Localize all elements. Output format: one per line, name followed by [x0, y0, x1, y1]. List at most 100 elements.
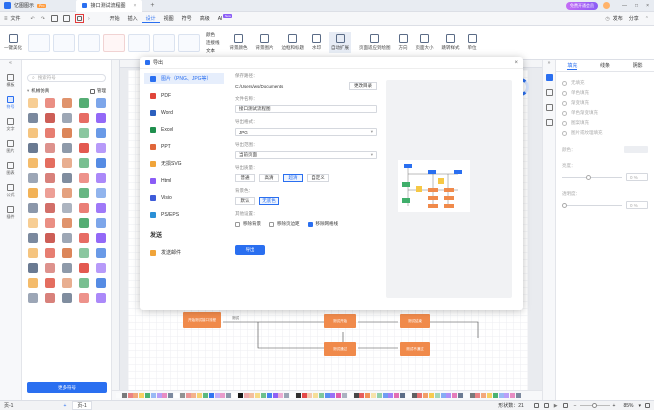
theme-2[interactable]: [53, 33, 75, 52]
symbol-item[interactable]: [28, 218, 38, 228]
zoom-slider[interactable]: [579, 403, 610, 408]
publish-button[interactable]: 发布: [613, 15, 623, 22]
symbol-item[interactable]: [62, 263, 72, 273]
color-swatch[interactable]: [301, 393, 307, 398]
zoom-in-icon[interactable]: +: [613, 403, 616, 409]
symbol-item[interactable]: [79, 278, 89, 288]
flow-node-start[interactable]: 开始测试接口流程: [183, 312, 221, 328]
symbol-item[interactable]: [96, 218, 106, 228]
bg-color-button[interactable]: 背景颜色: [230, 34, 248, 51]
color-swatch[interactable]: [330, 393, 336, 398]
theme-6[interactable]: [153, 33, 175, 52]
color-swatch[interactable]: [185, 393, 191, 398]
watermark-button[interactable]: 水印: [312, 34, 321, 51]
quality-ultra[interactable]: 超清: [283, 174, 303, 182]
symbol-item[interactable]: [96, 173, 106, 183]
color-swatch[interactable]: [405, 393, 411, 398]
format-visio[interactable]: Visio: [144, 192, 224, 203]
symbol-item[interactable]: [45, 203, 55, 213]
range-select[interactable]: 当前页面 ▾: [235, 151, 377, 159]
symbol-item[interactable]: [96, 98, 106, 108]
border-title-button[interactable]: 边框和标题: [282, 34, 304, 51]
share-button[interactable]: 分享: [629, 15, 639, 22]
doc-tab[interactable]: 接口测试流程图 ×: [76, 0, 143, 12]
symbol-item[interactable]: [79, 263, 89, 273]
color-swatch[interactable]: [417, 393, 423, 398]
color-swatch[interactable]: [342, 393, 348, 398]
nav-templates[interactable]: 模板: [0, 70, 21, 92]
collapse-right-icon[interactable]: »: [543, 60, 555, 70]
color-swatch[interactable]: [336, 393, 342, 398]
fill-option-pattern[interactable]: 图案填充: [556, 118, 654, 128]
color-swatch[interactable]: [179, 393, 185, 398]
symbol-item[interactable]: [28, 248, 38, 258]
color-swatch[interactable]: [255, 393, 261, 398]
page-tab[interactable]: 页-1: [72, 401, 92, 410]
color-swatch[interactable]: [394, 393, 400, 398]
color-swatch[interactable]: [324, 393, 330, 398]
symbol-item[interactable]: [62, 98, 72, 108]
symbol-item[interactable]: [79, 188, 89, 198]
format-excel[interactable]: Excel: [144, 124, 224, 135]
close-icon[interactable]: ×: [646, 3, 649, 9]
symbol-item[interactable]: [28, 233, 38, 243]
flow-node-test-fail[interactable]: 测试不通过: [400, 342, 430, 356]
remove-margin-checkbox[interactable]: 移除页边距: [269, 221, 300, 227]
symbol-item[interactable]: [28, 143, 38, 153]
color-swatch[interactable]: [382, 393, 388, 398]
symbol-item[interactable]: [62, 143, 72, 153]
symbol-item[interactable]: [45, 143, 55, 153]
zoom-level[interactable]: 85%: [623, 403, 633, 409]
color-swatch[interactable]: [463, 393, 469, 398]
transparency-value[interactable]: 0 %: [626, 201, 648, 209]
page-size-button[interactable]: 页面大小: [416, 34, 434, 51]
auto-expand-button[interactable]: 自动扩展: [329, 32, 351, 53]
format-html[interactable]: Html: [144, 175, 224, 186]
color-swatch[interactable]: [202, 393, 208, 398]
color-swatch[interactable]: [150, 393, 156, 398]
add-page-button[interactable]: +: [63, 403, 66, 409]
symbol-item[interactable]: [28, 113, 38, 123]
quality-normal[interactable]: 普通: [235, 174, 255, 182]
color-swatch[interactable]: [226, 393, 232, 398]
tab-design[interactable]: 设计: [141, 15, 160, 23]
color-swatch[interactable]: [162, 393, 168, 398]
symbol-item[interactable]: [79, 113, 89, 123]
color-swatch[interactable]: [278, 393, 284, 398]
export-icon[interactable]: [74, 14, 84, 23]
style-panel-icon[interactable]: [545, 89, 553, 96]
color-swatch[interactable]: [376, 393, 382, 398]
theme-3[interactable]: [78, 33, 100, 52]
symbol-item[interactable]: [45, 233, 55, 243]
fill-option-none[interactable]: 无填充: [556, 78, 654, 88]
symbol-item[interactable]: [45, 263, 55, 273]
remove-grid-checkbox[interactable]: 移除网格线: [307, 221, 338, 227]
color-swatch[interactable]: [127, 393, 133, 398]
page-selector[interactable]: 页-1: [4, 402, 13, 409]
layout-panel-icon[interactable]: [545, 104, 553, 111]
symbol-item[interactable]: [62, 188, 72, 198]
slider-handle[interactable]: [562, 202, 567, 208]
symbol-item[interactable]: [62, 218, 72, 228]
slider-handle[interactable]: [586, 174, 591, 180]
tab-insert[interactable]: 插入: [124, 15, 142, 22]
color-swatch[interactable]: [139, 393, 145, 398]
color-swatch[interactable]: [400, 393, 406, 398]
nav-charts[interactable]: 图表: [0, 158, 21, 180]
format-select[interactable]: JPG ▾: [235, 128, 377, 136]
fit-window-icon[interactable]: [645, 403, 650, 408]
collapse-left-icon[interactable]: «: [0, 60, 21, 70]
color-swatch[interactable]: [272, 393, 278, 398]
data-panel-icon[interactable]: [545, 119, 553, 126]
tab-symbol[interactable]: 符号: [178, 15, 196, 22]
symbol-item[interactable]: [96, 293, 106, 303]
format-ppt[interactable]: PPT: [144, 141, 224, 152]
symbol-item[interactable]: [28, 278, 38, 288]
color-swatch[interactable]: [214, 393, 220, 398]
symbol-item[interactable]: [28, 203, 38, 213]
color-picker[interactable]: [624, 146, 648, 153]
vip-button[interactable]: 免费开通会员: [566, 1, 599, 10]
flow-node-test-end[interactable]: 测试结束: [400, 314, 430, 328]
symbol-item[interactable]: [45, 173, 55, 183]
send-email[interactable]: 发送邮件: [144, 247, 224, 258]
